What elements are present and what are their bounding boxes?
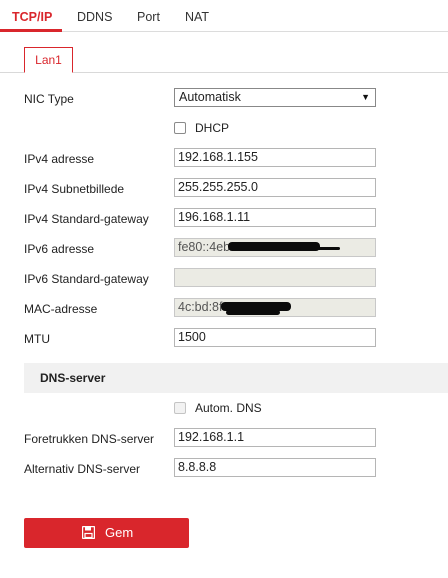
tab-nat[interactable]: NAT	[185, 10, 209, 24]
preferred-dns-input[interactable]: 192.168.1.1	[174, 428, 376, 447]
nic-type-label: NIC Type	[24, 92, 74, 106]
preferred-dns-label: Foretrukken DNS-server	[24, 432, 155, 446]
redaction-mark	[300, 247, 340, 250]
ipv6-gateway-label: IPv6 Standard-gateway	[24, 272, 149, 286]
subtab-lan1[interactable]: Lan1	[24, 47, 73, 73]
ipv4-address-label: IPv4 adresse	[24, 152, 95, 166]
ipv4-subnet-label: IPv4 Subnetbillede	[24, 182, 125, 196]
ipv6-address-label: IPv6 adresse	[24, 242, 95, 256]
mac-address-label: MAC-adresse	[24, 302, 98, 316]
ipv4-subnet-input[interactable]: 255.255.255.0	[174, 178, 376, 197]
alternate-dns-input[interactable]: 8.8.8.8	[174, 458, 376, 477]
nic-type-value: Automatisk	[179, 90, 241, 104]
dhcp-label: DHCP	[195, 121, 230, 135]
tab-tcp-ip[interactable]: TCP/IP	[12, 10, 52, 24]
dhcp-checkbox[interactable]	[174, 122, 186, 134]
active-tab-indicator	[0, 29, 62, 32]
dns-section-title: DNS-server	[40, 371, 106, 385]
save-button-label: Gem	[105, 525, 134, 540]
auto-dns-label: Autom. DNS	[195, 401, 262, 415]
dns-section-header: DNS-server	[24, 363, 448, 393]
auto-dns-checkbox[interactable]	[174, 402, 186, 414]
floppy-disk-icon	[82, 526, 95, 539]
mtu-label: MTU	[24, 332, 50, 346]
mtu-input[interactable]: 1500	[174, 328, 376, 347]
ipv4-gateway-input[interactable]: 196.168.1.11	[174, 208, 376, 227]
dropdown-arrow-icon: ▼	[361, 92, 370, 102]
save-button[interactable]: Gem	[24, 518, 189, 548]
tab-port[interactable]: Port	[137, 10, 160, 24]
top-tab-bar: TCP/IP DDNS Port NAT	[0, 0, 448, 32]
ipv4-address-input[interactable]: 192.168.1.155	[174, 148, 376, 167]
nic-type-select[interactable]: Automatisk ▼	[174, 88, 376, 107]
tab-ddns[interactable]: DDNS	[77, 10, 112, 24]
redaction-mark	[226, 310, 280, 315]
alternate-dns-label: Alternativ DNS-server	[24, 462, 141, 476]
ipv6-gateway-input	[174, 268, 376, 287]
ipv4-gateway-label: IPv4 Standard-gateway	[24, 212, 149, 226]
